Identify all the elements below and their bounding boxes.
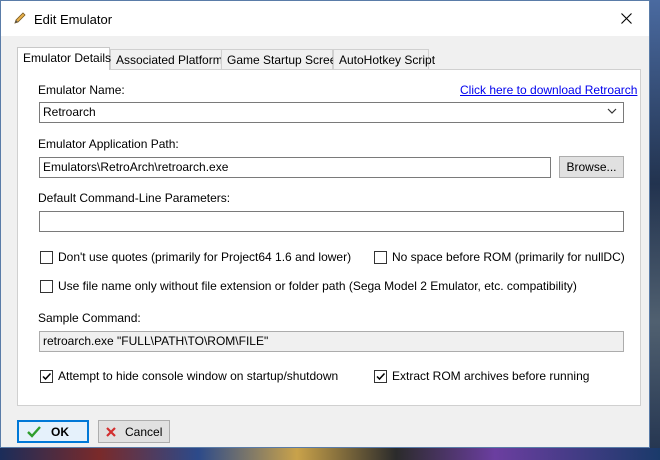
checkmark-icon [376,372,386,381]
no-quotes-label: Don't use quotes (primarily for Project6… [58,250,352,264]
close-button[interactable] [604,1,649,36]
cmdline-input[interactable] [39,211,624,232]
emulator-name-select[interactable]: Retroarch [39,102,624,123]
hide-console-checkbox[interactable] [40,370,53,383]
sample-command-field: retroarch.exe "FULL\PATH\TO\ROM\FILE" [39,331,624,352]
browse-button[interactable]: Browse... [559,156,624,178]
tab-autohotkey-script[interactable]: AutoHotkey Script [333,49,435,69]
emulator-name-value: Retroarch [43,105,96,119]
browse-label: Browse... [566,160,617,174]
tab-game-startup-screen[interactable]: Game Startup Screen [221,49,343,69]
tab-label: Emulator Details [23,51,112,65]
checkmark-icon [42,372,52,381]
ok-label: OK [51,424,69,439]
file-name-only-checkbox[interactable] [40,280,53,293]
sample-command-label: Sample Command: [38,311,141,325]
no-space-checkbox[interactable] [374,251,387,264]
app-path-value: Emulators\RetroArch\retroarch.exe [43,160,229,174]
x-icon [106,426,116,437]
no-space-label: No space before ROM (primarily for nullD… [392,250,625,264]
chevron-down-icon [607,108,617,114]
close-icon [621,13,632,24]
emulator-details-panel: Emulator Name: Click here to download Re… [17,69,641,406]
cmdline-label: Default Command-Line Parameters: [38,191,231,205]
checkmark-icon [27,425,41,438]
download-retroarch-link[interactable]: Click here to download Retroarch [460,83,637,97]
title-bar: Edit Emulator [1,1,649,36]
cancel-label: Cancel [125,424,163,439]
tab-associated-platforms[interactable]: Associated Platforms [110,49,229,69]
background-desktop [650,0,660,460]
emulator-name-label: Emulator Name: [38,83,125,97]
extract-rom-checkbox[interactable] [374,370,387,383]
pencil-icon [13,11,27,25]
hide-console-label: Attempt to hide console window on startu… [58,369,339,383]
extract-rom-label: Extract ROM archives before running [392,369,590,383]
tab-label: AutoHotkey Script [339,53,436,67]
ok-button[interactable]: OK [17,420,89,443]
window-title: Edit Emulator [34,12,113,27]
background-media-strip [0,448,660,460]
tab-label: Associated Platforms [116,53,229,67]
app-path-label: Emulator Application Path: [38,137,179,151]
file-name-only-label: Use file name only without file extensio… [58,279,577,293]
edit-emulator-dialog: Edit Emulator Emulator Details Associate… [0,0,650,448]
app-path-input[interactable]: Emulators\RetroArch\retroarch.exe [39,157,551,178]
cancel-button[interactable]: Cancel [98,420,170,443]
tab-emulator-details[interactable]: Emulator Details [17,47,112,70]
tab-label: Game Startup Screen [227,53,344,67]
sample-command-value: retroarch.exe "FULL\PATH\TO\ROM\FILE" [43,334,269,348]
no-quotes-checkbox[interactable] [40,251,53,264]
